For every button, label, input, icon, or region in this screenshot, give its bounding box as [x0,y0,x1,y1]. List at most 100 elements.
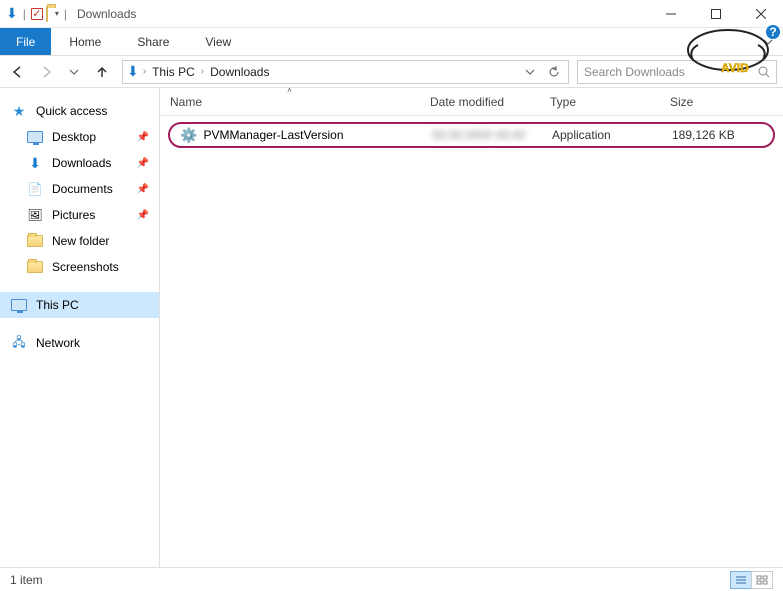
sidebar-item-label: Desktop [52,130,96,144]
sidebar-item-pictures[interactable]: 🖼 Pictures 📌 [0,202,159,228]
back-arrow-icon [11,65,25,79]
search-icon [758,66,770,78]
sidebar-item-label: Pictures [52,208,95,222]
chevron-down-icon [525,67,535,77]
forward-button [34,60,58,84]
file-name: PVMManager-LastVersion [203,128,343,142]
up-arrow-icon [95,65,109,79]
ribbon-expand-button[interactable] [753,28,783,55]
qat-dropdown-icon[interactable]: ▾ [55,9,59,18]
address-dropdown-button[interactable] [520,62,540,82]
sidebar-item-label: New folder [52,234,109,248]
refresh-icon [548,66,560,78]
location-arrow-icon[interactable]: ⬇ [6,5,18,22]
column-label: Date modified [430,95,504,109]
location-icon: ⬇ [127,63,139,80]
main-area: ★ Quick access Desktop 📌 ⬇ Downloads 📌 📄… [0,88,783,567]
navigation-bar: ⬇ › This PC › Downloads [0,56,783,88]
up-button[interactable] [90,60,114,84]
pin-icon: 📌 [137,210,149,221]
folder-icon [26,232,44,250]
titlebar: ⬇ | ✓ ▾ | Downloads [0,0,783,28]
tab-view[interactable]: View [187,28,249,55]
file-row[interactable]: ⚙️ PVMManager-LastVersion 00.00.0000 00:… [168,122,775,148]
details-view-icon [735,575,747,585]
properties-checkbox-icon[interactable]: ✓ [31,8,43,20]
column-type[interactable]: Type [540,88,660,115]
pin-icon: 📌 [137,158,149,169]
search-input[interactable] [584,65,758,79]
sidebar-item-desktop[interactable]: Desktop 📌 [0,124,159,150]
status-bar: 1 item [0,567,783,591]
window-title: Downloads [77,7,136,21]
file-type-cell: Application [546,128,666,142]
folder-icon [26,258,44,276]
minimize-button[interactable] [648,0,693,28]
column-size[interactable]: Size [660,88,783,115]
breadcrumb-this-pc[interactable]: This PC [150,65,197,79]
qat-divider-2: | [64,7,67,21]
chevron-down-icon [69,67,79,77]
recent-locations-button[interactable] [62,60,86,84]
sidebar-item-label: Network [36,336,80,350]
forward-arrow-icon [39,65,53,79]
column-label: Type [550,95,576,109]
refresh-button[interactable] [544,62,564,82]
file-name-cell: ⚙️ PVMManager-LastVersion [174,127,426,144]
crumb-sep-icon[interactable]: › [143,66,146,77]
sidebar-item-label: Quick access [36,104,107,118]
file-size-cell: 189,126 KB [666,128,769,142]
crumb-sep-icon[interactable]: › [201,66,204,77]
column-headers: Name ˄ Date modified Type Size [160,88,783,116]
navigation-pane[interactable]: ★ Quick access Desktop 📌 ⬇ Downloads 📌 📄… [0,88,160,567]
column-name[interactable]: Name ˄ [160,88,420,115]
sort-ascending-icon: ˄ [287,86,292,95]
large-icons-view-button[interactable] [751,571,773,589]
details-view-button[interactable] [730,571,752,589]
large-icons-icon [756,575,768,585]
ribbon-tabs: File Home Share View [0,28,783,56]
download-icon: ⬇ [26,154,44,172]
sidebar-quick-access[interactable]: ★ Quick access [0,98,159,124]
sidebar-this-pc[interactable]: This PC [0,292,159,318]
back-button[interactable] [6,60,30,84]
sidebar-item-label: Downloads [52,156,111,170]
maximize-button[interactable] [693,0,738,28]
file-list-view: Name ˄ Date modified Type Size ⚙️ PVMMan… [160,88,783,567]
network-icon: 🖧 [10,334,28,352]
item-count: 1 item [10,573,43,587]
sidebar-item-documents[interactable]: 📄 Documents 📌 [0,176,159,202]
file-tab[interactable]: File [0,28,51,55]
quick-access-toolbar: ⬇ | ✓ ▾ | [6,5,69,22]
tab-home[interactable]: Home [51,28,119,55]
breadcrumb-downloads[interactable]: Downloads [208,65,271,79]
tab-share[interactable]: Share [119,28,187,55]
column-date[interactable]: Date modified [420,88,540,115]
column-label: Size [670,95,693,109]
pin-icon: 📌 [137,184,149,195]
address-bar[interactable]: ⬇ › This PC › Downloads [122,60,569,84]
sidebar-item-label: Documents [52,182,113,196]
file-date-cell: 00.00.0000 00:00 [426,128,546,142]
sidebar-item-new-folder[interactable]: New folder [0,228,159,254]
sidebar-item-screenshots[interactable]: Screenshots [0,254,159,280]
this-pc-icon [10,296,28,314]
sidebar-network[interactable]: 🖧 Network [0,330,159,356]
close-icon [756,9,766,19]
chevron-down-icon [763,37,773,47]
application-icon: ⚙️ [180,127,197,144]
sidebar-item-label: Screenshots [52,260,119,274]
pictures-icon: 🖼 [26,206,44,224]
sidebar-item-downloads[interactable]: ⬇ Downloads 📌 [0,150,159,176]
pin-icon: 📌 [137,132,149,143]
qat-divider: | [23,7,26,21]
search-box[interactable] [577,60,777,84]
desktop-icon [26,128,44,146]
minimize-icon [666,9,676,19]
maximize-icon [711,9,721,19]
qat-folder-icon[interactable] [46,7,48,21]
star-icon: ★ [10,102,28,120]
column-label: Name [170,95,202,109]
close-button[interactable] [738,0,783,28]
documents-icon: 📄 [26,180,44,198]
